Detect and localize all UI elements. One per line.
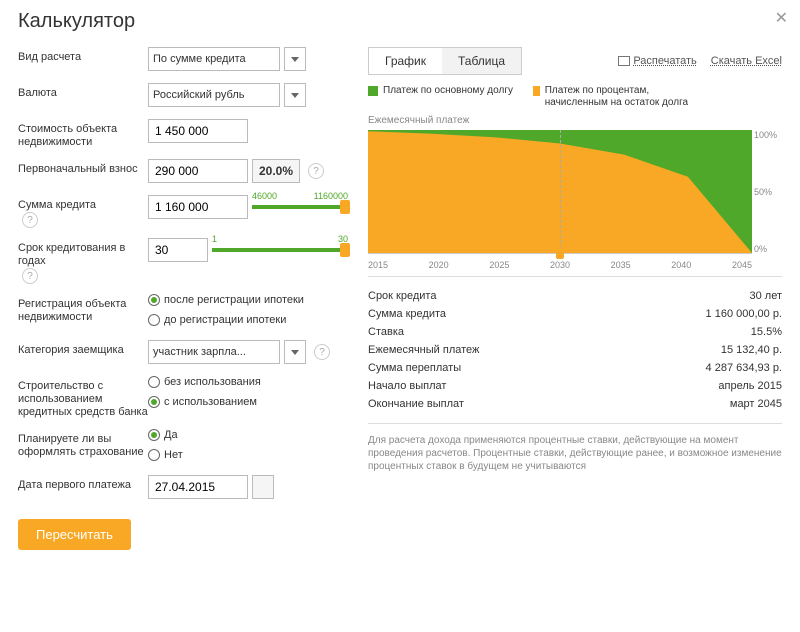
- label-currency: Валюта: [18, 83, 148, 100]
- slider-min: 46000: [252, 191, 277, 201]
- tab-chart[interactable]: График: [369, 48, 442, 74]
- radio-icon: [148, 396, 160, 408]
- slider-loan-sum[interactable]: 46000 1160000: [252, 195, 348, 219]
- chevron-down-icon[interactable]: [284, 83, 306, 107]
- form-panel: Вид расчета По сумме кредита Валюта Росс…: [18, 47, 348, 550]
- disclaimer-text: Для расчета дохода применяются процентны…: [368, 434, 782, 473]
- chart-yticks: 100% 50% 0%: [754, 130, 782, 254]
- radio-bank-funds-no[interactable]: без использования: [148, 376, 261, 388]
- summary-row: Начало выплатапрель 2015: [368, 377, 782, 395]
- label-first-payment: Дата первого платежа: [18, 475, 148, 492]
- select-currency[interactable]: Российский рубль: [148, 83, 280, 107]
- label-term: Срок кредитования в годах ?: [18, 238, 148, 284]
- radio-insurance-yes[interactable]: Да: [148, 429, 178, 441]
- print-icon: [618, 56, 630, 66]
- input-term[interactable]: [148, 238, 208, 262]
- results-panel: График Таблица Распечатать Скачать Excel…: [368, 47, 782, 550]
- radio-icon: [148, 314, 160, 326]
- radio-bank-funds-yes[interactable]: с использованием: [148, 396, 257, 408]
- summary-table: Срок кредита30 летСумма кредита1 160 000…: [368, 276, 782, 424]
- label-calc-type: Вид расчета: [18, 47, 148, 64]
- help-icon[interactable]: ?: [308, 163, 324, 179]
- summary-row: Окончание выплатмарт 2045: [368, 395, 782, 413]
- summary-row: Сумма переплаты4 287 634,93 р.: [368, 359, 782, 377]
- slider-term[interactable]: 1 30: [212, 238, 348, 262]
- excel-link[interactable]: Скачать Excel: [711, 55, 782, 67]
- radio-icon: [148, 449, 160, 461]
- summary-row: Сумма кредита1 160 000,00 р.: [368, 305, 782, 323]
- close-icon[interactable]: ✕: [775, 8, 788, 28]
- input-down-payment[interactable]: [148, 159, 248, 183]
- select-calc-type[interactable]: По сумме кредита: [148, 47, 280, 71]
- label-down-payment: Первоначальный взнос: [18, 159, 148, 176]
- help-icon[interactable]: ?: [314, 344, 330, 360]
- slider-thumb[interactable]: [340, 200, 350, 214]
- legend-swatch-interest: [533, 86, 540, 96]
- select-borrower-cat[interactable]: участник зарпла...: [148, 340, 280, 364]
- summary-row: Ставка15.5%: [368, 323, 782, 341]
- chart-marker-thumb[interactable]: [556, 247, 564, 259]
- label-borrower-cat: Категория заемщика: [18, 340, 148, 357]
- input-first-payment[interactable]: [148, 475, 248, 499]
- legend-swatch-principal: [368, 86, 378, 96]
- chevron-down-icon[interactable]: [284, 47, 306, 71]
- print-link[interactable]: Распечатать: [618, 55, 696, 67]
- label-insurance: Планируете ли вы оформлять страхование: [18, 429, 148, 459]
- radio-icon: [148, 376, 160, 388]
- label-registration: Регистрация объекта недвижимости: [18, 294, 148, 324]
- summary-row: Ежемесячный платеж15 132,40 р.: [368, 341, 782, 359]
- input-property-cost[interactable]: [148, 119, 248, 143]
- label-loan-sum: Сумма кредита ?: [18, 195, 148, 228]
- help-icon[interactable]: ?: [22, 212, 38, 228]
- page-title: Калькулятор: [18, 10, 782, 33]
- chevron-down-icon[interactable]: [284, 340, 306, 364]
- tabs: График Таблица: [368, 47, 522, 75]
- payment-chart: 100% 50% 0% 2015 2020 2025 2030 2035 204…: [368, 130, 782, 270]
- label-property-cost: Стоимость объекта недвижимости: [18, 119, 148, 149]
- chart-legend: Платеж по основному долгу Платеж по проц…: [368, 85, 782, 109]
- calendar-icon[interactable]: [252, 475, 274, 499]
- slider-min: 1: [212, 234, 217, 244]
- recalculate-button[interactable]: Пересчитать: [18, 519, 131, 550]
- down-payment-pct: 20.0%: [252, 159, 300, 183]
- summary-row: Срок кредита30 лет: [368, 287, 782, 305]
- help-icon[interactable]: ?: [22, 268, 38, 284]
- slider-thumb[interactable]: [340, 243, 350, 257]
- chart-title: Ежемесячный платеж: [368, 115, 782, 126]
- tab-table[interactable]: Таблица: [442, 48, 521, 74]
- input-loan-sum[interactable]: [148, 195, 248, 219]
- label-bank-funds: Строительство с использованием кредитных…: [18, 376, 148, 419]
- radio-insurance-no[interactable]: Нет: [148, 449, 183, 461]
- radio-icon: [148, 429, 160, 441]
- radio-icon: [148, 294, 160, 306]
- chart-xticks: 2015 2020 2025 2030 2035 2040 2045: [368, 260, 752, 270]
- chart-marker-line: [560, 130, 561, 253]
- radio-registration-after[interactable]: после регистрации ипотеки: [148, 294, 304, 306]
- radio-registration-before[interactable]: до регистрации ипотеки: [148, 314, 286, 326]
